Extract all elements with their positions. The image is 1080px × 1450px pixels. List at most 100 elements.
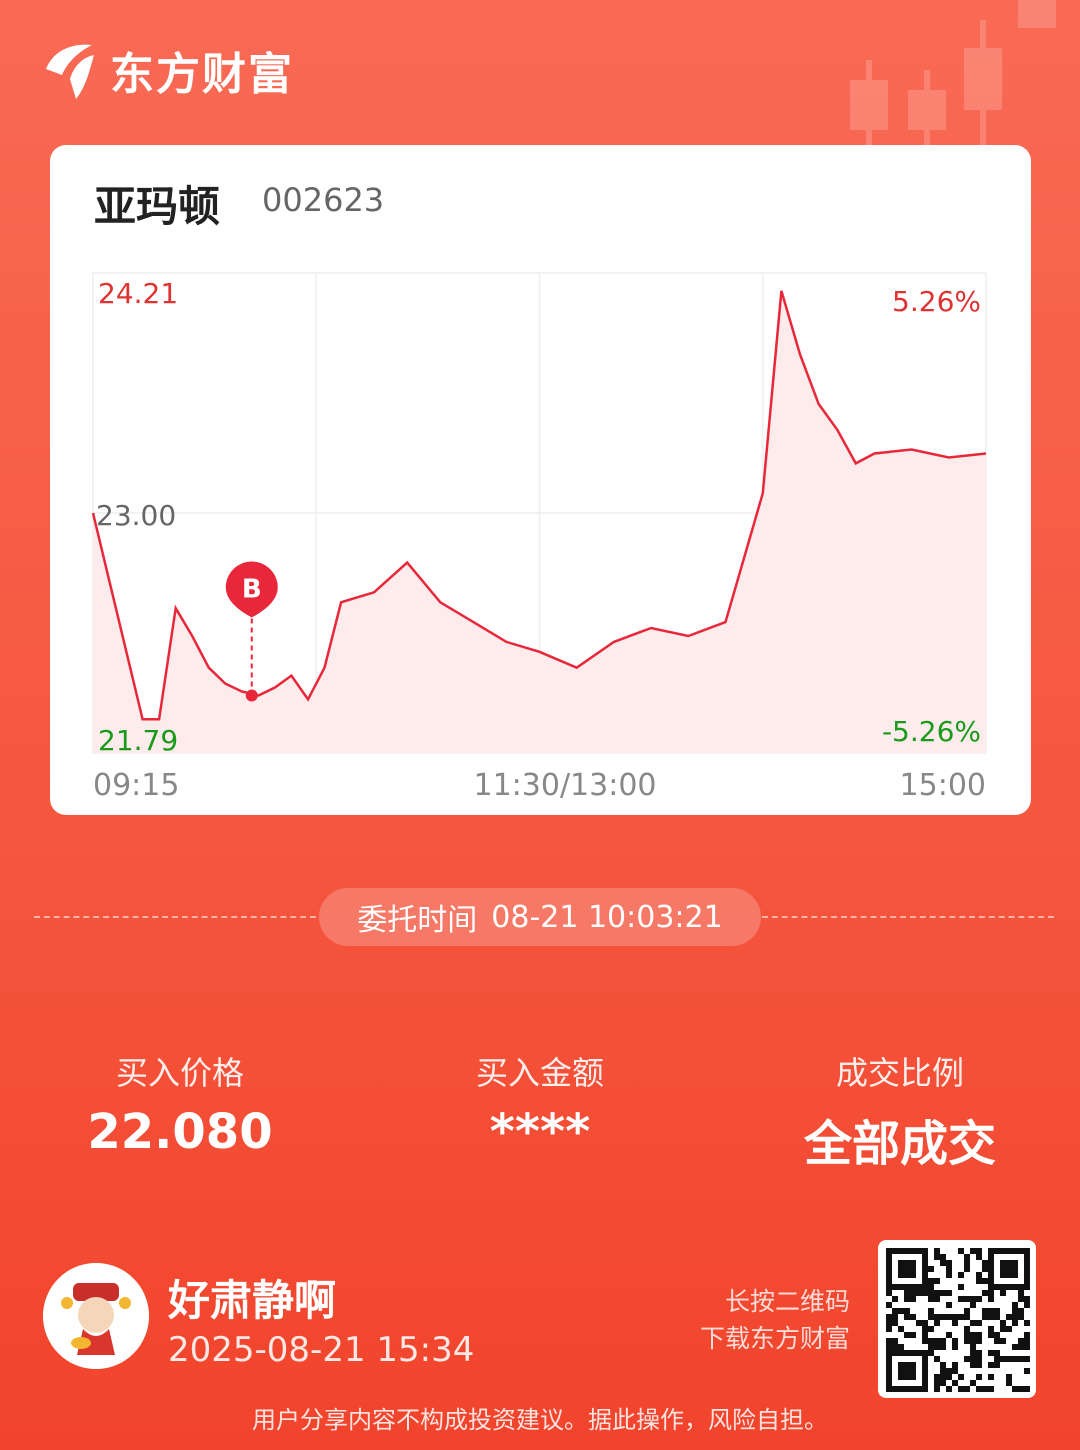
brand-name: 东方财富 [110, 49, 294, 100]
qr-module [892, 1296, 898, 1302]
qr-module [928, 1266, 934, 1272]
qr-module [1018, 1356, 1024, 1362]
qr-module [988, 1374, 994, 1380]
qr-module [994, 1308, 1000, 1314]
x-start-label: 09:15 [93, 768, 179, 803]
y-max-label: 24.21 [98, 277, 178, 310]
qr-module [886, 1338, 892, 1344]
qr-module [898, 1344, 904, 1350]
qr-module [976, 1356, 982, 1362]
brand-header: 东方财富 [40, 38, 294, 102]
qr-module [976, 1278, 982, 1284]
qr-hint-line1: 长按二维码 [724, 1287, 850, 1316]
qr-module [928, 1338, 934, 1344]
qr-module [994, 1314, 1000, 1320]
qr-module [940, 1368, 946, 1374]
qr-module [934, 1254, 940, 1260]
qr-module [928, 1278, 934, 1284]
qr-module [904, 1296, 910, 1302]
qr-module [982, 1308, 988, 1314]
qr-module [940, 1290, 946, 1296]
qr-module [1024, 1338, 1030, 1344]
qr-module [964, 1332, 970, 1338]
share-timestamp: 2025-08-21 15:34 [168, 1330, 475, 1370]
qr-module [1012, 1320, 1018, 1326]
qr-module [940, 1362, 946, 1368]
qr-module [940, 1344, 946, 1350]
qr-module [988, 1290, 994, 1296]
qr-module [970, 1302, 976, 1308]
x-end-label: 15:00 [900, 768, 986, 803]
qr-code[interactable] [878, 1240, 1036, 1398]
y-mid-label: 23.00 [96, 499, 176, 532]
user-avatar[interactable] [43, 1263, 149, 1369]
qr-module [1024, 1386, 1030, 1392]
qr-module [976, 1374, 982, 1380]
qr-module [892, 1344, 898, 1350]
qr-module [994, 1356, 1000, 1362]
qr-module [976, 1272, 982, 1278]
qr-module [964, 1326, 970, 1332]
qr-module [964, 1260, 970, 1266]
qr-module [994, 1350, 1000, 1356]
qr-module [946, 1290, 952, 1296]
qr-module [994, 1332, 1000, 1338]
qr-module [904, 1290, 910, 1296]
intraday-price-chart: B 24.21 23.00 21.79 5.26% -5.26% 09:15 1… [91, 272, 987, 803]
qr-module [982, 1260, 988, 1266]
qr-module [970, 1350, 976, 1356]
pct-max-label: 5.26% [892, 285, 981, 318]
qr-module [964, 1338, 970, 1344]
qr-module [982, 1278, 988, 1284]
qr-module [1006, 1356, 1012, 1362]
qr-module [982, 1386, 988, 1392]
qr-module [982, 1290, 988, 1296]
qr-module [976, 1338, 982, 1344]
qr-module [922, 1290, 928, 1296]
qr-module [970, 1332, 976, 1338]
qr-module [976, 1386, 982, 1392]
qr-hint-line2: 下载东方财富 [699, 1324, 850, 1353]
qr-module [958, 1248, 964, 1254]
qr-module [934, 1296, 940, 1302]
qr-module [958, 1374, 964, 1380]
qr-module [1012, 1344, 1018, 1350]
qr-module [946, 1332, 952, 1338]
qr-module [940, 1374, 946, 1380]
fill-ratio-label: 成交比例 [835, 1054, 964, 1092]
qr-module [886, 1326, 892, 1332]
qr-module [1006, 1326, 1012, 1332]
qr-module [970, 1362, 976, 1368]
qr-module [970, 1338, 976, 1344]
qr-hint: 长按二维码 下载东方财富 [660, 1283, 850, 1357]
qr-module [1018, 1386, 1024, 1392]
qr-module [1006, 1380, 1012, 1386]
qr-module [1024, 1332, 1030, 1338]
qr-finder-core [898, 1362, 916, 1380]
fill-ratio-metric: 成交比例 全部成交 [750, 1048, 1050, 1174]
qr-module [988, 1350, 994, 1356]
qr-module [940, 1314, 946, 1320]
qr-module [892, 1338, 898, 1344]
qr-module [976, 1248, 982, 1254]
qr-module [934, 1278, 940, 1284]
qr-module [1012, 1302, 1018, 1308]
qr-module [952, 1314, 958, 1320]
qr-finder-core [1000, 1260, 1018, 1278]
qr-module [904, 1332, 910, 1338]
qr-module [1024, 1368, 1030, 1374]
qr-module [1000, 1290, 1006, 1296]
qr-module [952, 1380, 958, 1386]
qr-module [958, 1314, 964, 1320]
qr-module [976, 1332, 982, 1338]
dashed-divider-left [34, 916, 316, 918]
qr-module [988, 1308, 994, 1314]
qr-module [934, 1290, 940, 1296]
buy-price-value: 22.080 [87, 1104, 273, 1160]
qr-module [994, 1362, 1000, 1368]
buy-amount-value: **** [489, 1104, 591, 1160]
qr-module [1024, 1302, 1030, 1308]
qr-module [952, 1362, 958, 1368]
qr-module [1024, 1320, 1030, 1326]
qr-module [1024, 1344, 1030, 1350]
